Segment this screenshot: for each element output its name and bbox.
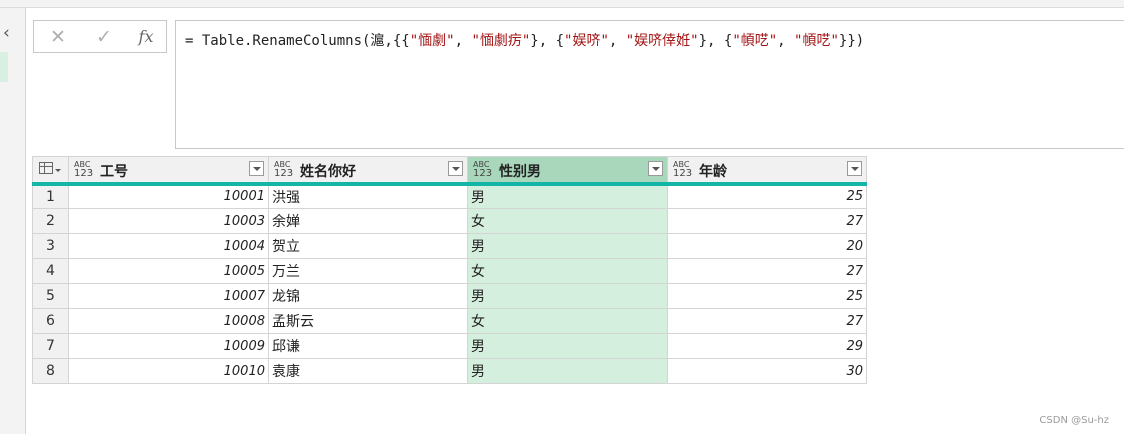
formula-text[interactable]: = Table.RenameColumns(滬,{{"愐劇", "愐劇疠"}, …: [185, 30, 864, 50]
cell-age[interactable]: 20: [667, 233, 867, 259]
cell-age[interactable]: 27: [667, 258, 867, 284]
formula-prefix: = Table.RenameColumns(滬,{{: [185, 33, 410, 49]
table-row: 3 10004 贺立 男 20: [32, 233, 867, 259]
cell-id[interactable]: 10001: [68, 183, 269, 209]
filter-dropdown-button[interactable]: [448, 161, 463, 176]
fx-icon[interactable]: fx: [134, 25, 158, 49]
cell-id[interactable]: 10005: [68, 258, 269, 284]
cell-id[interactable]: 10003: [68, 208, 269, 234]
cell-id[interactable]: 10009: [68, 333, 269, 359]
row-number[interactable]: 3: [32, 233, 69, 259]
collapse-chevron-icon[interactable]: ‹: [3, 24, 10, 42]
data-grid: ABC 123 工号 ABC 123 姓名你好 ABC 123 性别男 ABC 123 …: [32, 156, 867, 384]
formula-string: "愐劇": [409, 33, 455, 49]
chevron-down-icon: [55, 169, 61, 172]
row-number[interactable]: 6: [32, 308, 69, 334]
any-type-icon[interactable]: ABC 123: [274, 160, 294, 179]
watermark: CSDN @Su-hz: [1039, 415, 1109, 426]
column-name: 姓名你好: [300, 164, 356, 180]
row-number[interactable]: 7: [32, 333, 69, 359]
cell-name[interactable]: 袁康: [268, 358, 468, 384]
cell-id[interactable]: 10008: [68, 308, 269, 334]
cell-name[interactable]: 贺立: [268, 233, 468, 259]
cancel-icon[interactable]: ✕: [46, 25, 70, 49]
cell-name[interactable]: 孟斯云: [268, 308, 468, 334]
table-row: 2 10003 余婵 女 27: [32, 208, 867, 234]
formula-buttons: ✕ ✓ fx: [33, 20, 167, 53]
cell-name[interactable]: 洪强: [268, 183, 468, 209]
cell-gender[interactable]: 女: [467, 208, 668, 234]
table-row: 4 10005 万兰 女 27: [32, 258, 867, 284]
table-row: 7 10009 邱谦 男 29: [32, 333, 867, 359]
row-number[interactable]: 8: [32, 358, 69, 384]
table-icon: [39, 162, 53, 174]
formula-sep: ,: [454, 33, 472, 49]
type-123: 123: [473, 168, 493, 179]
filter-dropdown-button[interactable]: [648, 161, 663, 176]
column-name: 年龄: [699, 164, 727, 180]
filter-dropdown-button[interactable]: [847, 161, 862, 176]
cell-age[interactable]: 27: [667, 208, 867, 234]
cell-name[interactable]: 余婵: [268, 208, 468, 234]
cell-age[interactable]: 30: [667, 358, 867, 384]
cell-name[interactable]: 万兰: [268, 258, 468, 284]
formula-sep: ,: [777, 33, 795, 49]
formula-string: "娱哜倖姙": [625, 33, 699, 49]
cell-id[interactable]: 10004: [68, 233, 269, 259]
any-type-icon[interactable]: ABC 123: [673, 160, 693, 179]
row-number[interactable]: 2: [32, 208, 69, 234]
column-name: 性别男: [499, 164, 541, 180]
column-header-gender[interactable]: ABC 123 性别男: [467, 156, 668, 186]
top-toolbar-strip: [0, 0, 1124, 8]
cell-gender[interactable]: 女: [467, 258, 668, 284]
cell-id[interactable]: 10010: [68, 358, 269, 384]
cell-name[interactable]: 龙锦: [268, 283, 468, 309]
type-123: 123: [673, 168, 693, 179]
cell-name[interactable]: 邱谦: [268, 333, 468, 359]
cell-gender[interactable]: 男: [467, 333, 668, 359]
table-row: 5 10007 龙锦 男 25: [32, 283, 867, 309]
column-name: 工号: [100, 164, 128, 180]
table-row: 8 10010 袁康 男 30: [32, 358, 867, 384]
query-selection-indicator: [0, 52, 8, 82]
formula-sep: ,: [608, 33, 626, 49]
table-menu-button[interactable]: [32, 156, 69, 186]
formula-string: "幁呓": [794, 33, 839, 49]
any-type-icon[interactable]: ABC 123: [473, 160, 493, 179]
formula-suffix: }}): [838, 33, 865, 49]
column-header-name[interactable]: ABC 123 姓名你好: [268, 156, 468, 186]
cell-gender[interactable]: 女: [467, 308, 668, 334]
formula-string: "娱哜": [564, 33, 609, 49]
formula-sep: }, {: [698, 33, 733, 49]
filter-dropdown-button[interactable]: [249, 161, 264, 176]
table-row: 1 10001 洪强 男 25: [32, 183, 867, 209]
column-header-id[interactable]: ABC 123 工号: [68, 156, 269, 186]
type-123: 123: [74, 168, 94, 179]
formula-string: "幁呓": [732, 33, 778, 49]
cell-gender[interactable]: 男: [467, 283, 668, 309]
cell-gender[interactable]: 男: [467, 358, 668, 384]
column-header-age[interactable]: ABC 123 年龄: [667, 156, 867, 186]
table-row: 6 10008 孟斯云 女 27: [32, 308, 867, 334]
commit-check-icon[interactable]: ✓: [92, 25, 116, 49]
type-123: 123: [274, 168, 294, 179]
formula-bar[interactable]: = Table.RenameColumns(滬,{{"愐劇", "愐劇疠"}, …: [175, 20, 1124, 149]
any-type-icon[interactable]: ABC 123: [74, 160, 94, 179]
cell-age[interactable]: 25: [667, 183, 867, 209]
formula-string: "愐劇疠": [471, 33, 531, 49]
row-number[interactable]: 4: [32, 258, 69, 284]
queries-pane-collapsed: ‹: [0, 8, 26, 434]
row-number[interactable]: 1: [32, 183, 69, 209]
cell-age[interactable]: 25: [667, 283, 867, 309]
formula-sep: }, {: [530, 33, 565, 49]
cell-age[interactable]: 27: [667, 308, 867, 334]
cell-gender[interactable]: 男: [467, 183, 668, 209]
row-number[interactable]: 5: [32, 283, 69, 309]
cell-id[interactable]: 10007: [68, 283, 269, 309]
cell-gender[interactable]: 男: [467, 233, 668, 259]
cell-age[interactable]: 29: [667, 333, 867, 359]
